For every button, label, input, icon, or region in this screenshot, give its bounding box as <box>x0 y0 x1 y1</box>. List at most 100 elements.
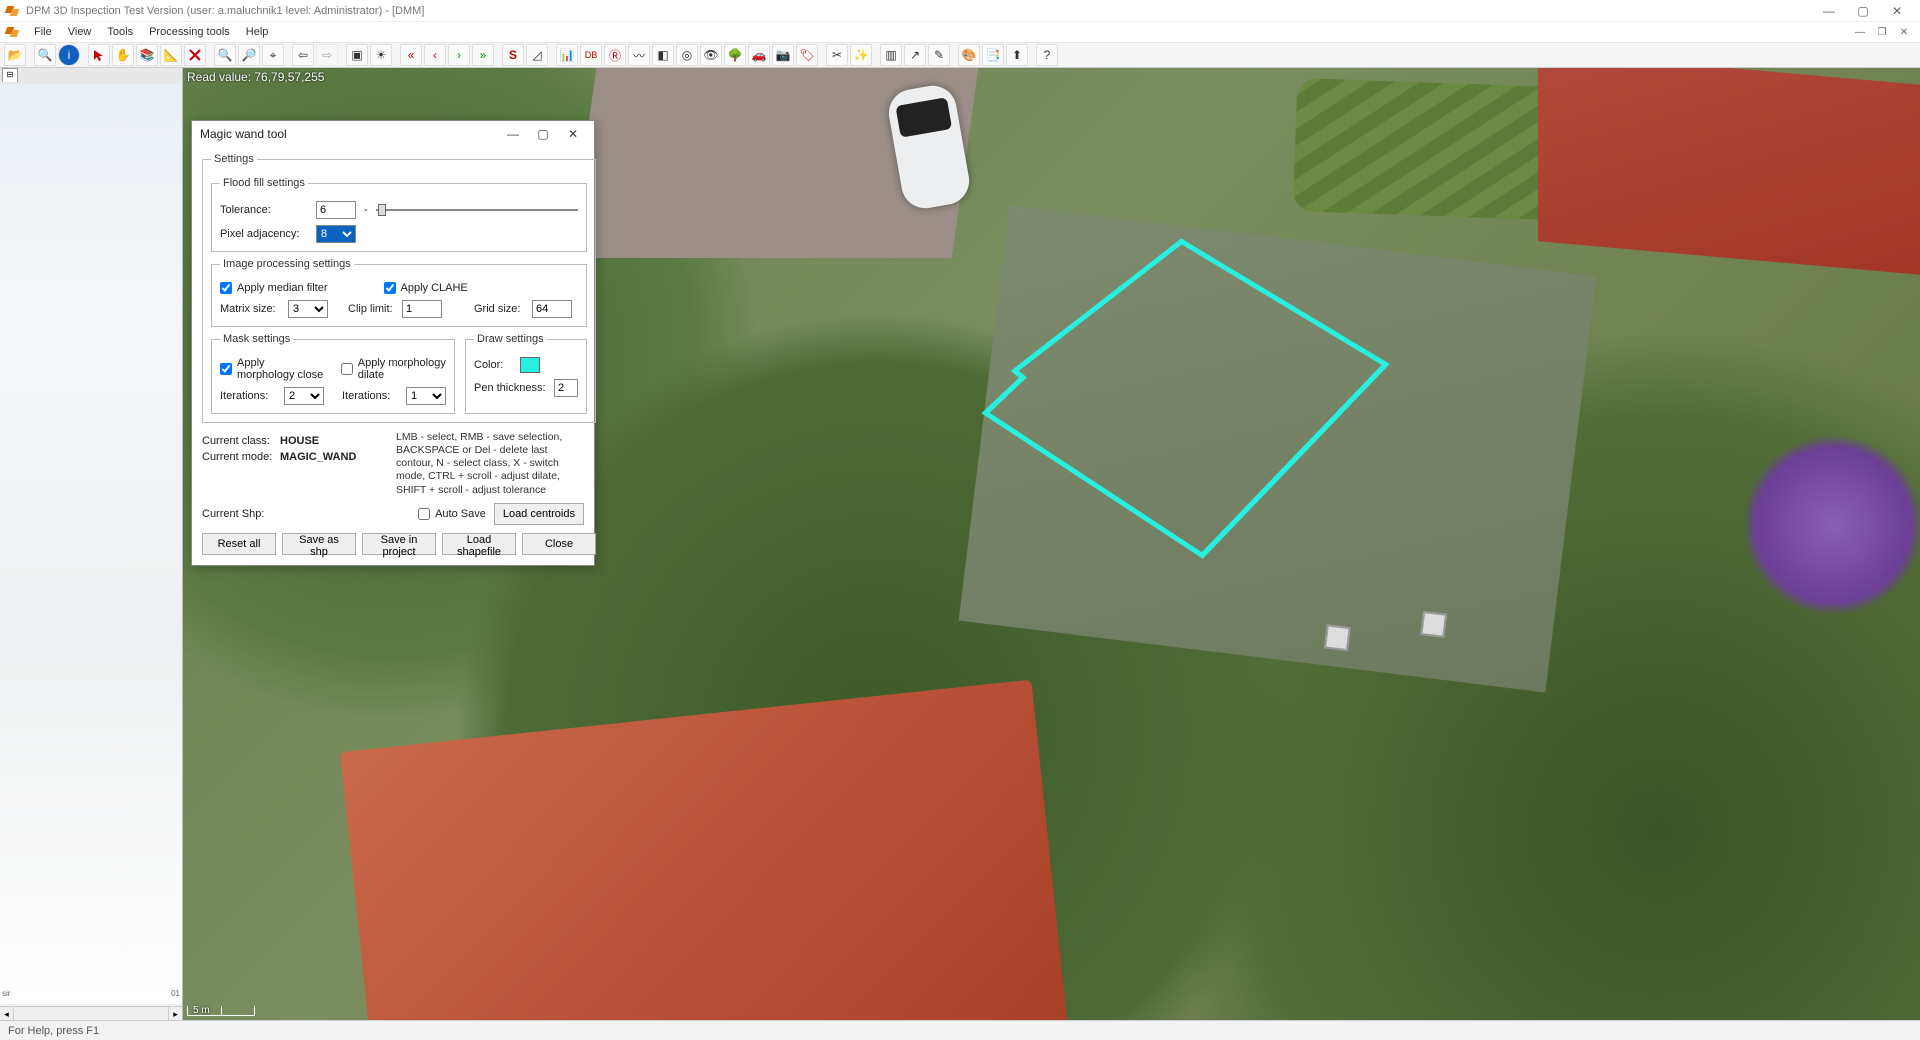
palette-icon[interactable]: 🎨 <box>958 44 980 66</box>
goto-icon[interactable]: ↗ <box>904 44 926 66</box>
tolerance-input[interactable] <box>316 201 356 219</box>
current-mode-value: MAGIC_WAND <box>280 451 356 463</box>
side-scrollbar[interactable]: ◂ ▸ <box>0 1006 182 1020</box>
flood-fill-group: Flood fill settings Tolerance: - Pixel a… <box>211 177 587 252</box>
mask-settings-group: Mask settings Apply morphology close App… <box>211 333 455 414</box>
wand-icon[interactable]: ✨ <box>850 44 872 66</box>
apply-median-checkbox[interactable]: Apply median filter <box>220 282 328 294</box>
scroll-left-icon[interactable]: ◂ <box>0 1007 14 1021</box>
pan-icon[interactable]: ✋ <box>112 44 134 66</box>
diag-icon[interactable]: ◿ <box>526 44 548 66</box>
scroll-right-icon[interactable]: ▸ <box>168 1007 182 1021</box>
stretch-icon[interactable]: S <box>502 44 524 66</box>
eye-icon[interactable]: 👁 <box>700 44 722 66</box>
clip-limit-input[interactable] <box>402 300 442 318</box>
color-label: Color: <box>474 359 512 371</box>
split-icon[interactable]: ◧ <box>652 44 674 66</box>
brightness-icon[interactable]: ☀ <box>370 44 392 66</box>
open-icon[interactable]: 📂 <box>4 44 26 66</box>
zoom-fit-icon[interactable]: 🔍 <box>34 44 56 66</box>
current-mode-label: Current mode: <box>202 451 280 463</box>
db-icon[interactable]: DB <box>580 44 602 66</box>
iter-close-select[interactable]: 2 <box>284 387 324 405</box>
current-shp-label: Current Shp: <box>202 508 280 520</box>
tag-icon[interactable]: 🏷 <box>796 44 818 66</box>
export-icon[interactable]: ⬆ <box>1006 44 1028 66</box>
window-minimize-button[interactable]: — <box>1812 4 1846 18</box>
matrix-size-label: Matrix size: <box>220 303 280 315</box>
save-as-shp-button[interactable]: Save as shp <box>282 533 356 555</box>
first-icon[interactable]: « <box>400 44 422 66</box>
zoom-window-icon[interactable]: ⌖ <box>262 44 284 66</box>
auto-save-checkbox[interactable]: Auto Save <box>418 508 486 520</box>
chart-icon[interactable]: 📊 <box>556 44 578 66</box>
menubar: File View Tools Processing tools Help — … <box>0 22 1920 42</box>
pen-thickness-input[interactable] <box>554 379 578 397</box>
save-in-project-button[interactable]: Save in project <box>362 533 436 555</box>
car-icon[interactable]: 🚗 <box>748 44 770 66</box>
window-maximize-button[interactable]: ▢ <box>1846 4 1880 18</box>
menu-view[interactable]: View <box>60 26 100 38</box>
iter-close-label: Iterations: <box>220 390 276 402</box>
grid-size-input[interactable] <box>532 300 572 318</box>
flood-legend: Flood fill settings <box>220 177 308 189</box>
window-close-button[interactable]: ✕ <box>1880 4 1914 18</box>
thumb-label-right: 01 <box>171 989 180 998</box>
dialog-minimize-button[interactable]: — <box>500 127 526 141</box>
layers2-icon[interactable]: 📑 <box>982 44 1004 66</box>
measure-icon[interactable]: 📐 <box>160 44 182 66</box>
iter-dilate-select[interactable]: 1 <box>406 387 446 405</box>
imgproc-legend: Image processing settings <box>220 258 354 270</box>
menu-processing-tools[interactable]: Processing tools <box>141 26 238 38</box>
side-tab[interactable]: ⊟ <box>2 68 18 82</box>
menu-file[interactable]: File <box>26 26 60 38</box>
cut-icon[interactable]: ✂ <box>826 44 848 66</box>
tolerance-dash: - <box>364 204 368 216</box>
back-icon[interactable]: ⇦ <box>292 44 314 66</box>
target-icon[interactable]: ◎ <box>676 44 698 66</box>
tree-icon[interactable]: 🌳 <box>724 44 746 66</box>
menu-tools[interactable]: Tools <box>99 26 141 38</box>
edit-icon[interactable]: ✎ <box>928 44 950 66</box>
reset-all-button[interactable]: Reset all <box>202 533 276 555</box>
current-class-value: HOUSE <box>280 435 319 447</box>
curve-icon[interactable]: 〰 <box>628 44 650 66</box>
mdi-restore-button[interactable]: ❐ <box>1872 27 1892 38</box>
tolerance-label: Tolerance: <box>220 204 308 216</box>
preview-thumbnail[interactable]: sir 01 <box>0 84 182 1004</box>
toolbar: 📂 🔍 i ✋ 📚 📐 🔍 🔎 ⌖ ⇦ ⇨ ▣ ☀ « ‹ › » S ◿ 📊 … <box>0 42 1920 68</box>
apply-clahe-checkbox[interactable]: Apply CLAHE <box>384 282 468 294</box>
mdi-minimize-button[interactable]: — <box>1850 27 1870 38</box>
close-button[interactable]: Close <box>522 533 596 555</box>
morph-close-checkbox[interactable]: Apply morphology close <box>220 357 325 381</box>
menu-help[interactable]: Help <box>238 26 277 38</box>
morph-dilate-checkbox[interactable]: Apply morphology dilate <box>341 357 446 381</box>
zoom-out-icon[interactable]: 🔎 <box>238 44 260 66</box>
clear-icon[interactable] <box>184 44 206 66</box>
layers-icon[interactable]: 📚 <box>136 44 158 66</box>
zoom-in-icon[interactable]: 🔍 <box>214 44 236 66</box>
matrix-size-select[interactable]: 3 <box>288 300 328 318</box>
help-icon[interactable]: ? <box>1036 44 1058 66</box>
load-shapefile-button[interactable]: Load shapefile <box>442 533 516 555</box>
pointer-icon[interactable] <box>88 44 110 66</box>
dialog-close-button[interactable]: ✕ <box>560 127 586 141</box>
mdi-close-button[interactable]: ✕ <box>1894 27 1914 38</box>
last-icon[interactable]: » <box>472 44 494 66</box>
info-icon[interactable]: i <box>58 44 80 66</box>
color-swatch[interactable] <box>520 357 540 373</box>
load-centroids-button[interactable]: Load centroids <box>494 503 584 525</box>
next-icon[interactable]: › <box>448 44 470 66</box>
statusbar-text: For Help, press F1 <box>8 1025 99 1037</box>
app-icon <box>6 6 20 16</box>
tolerance-slider[interactable] <box>376 201 578 219</box>
forward-icon[interactable]: ⇨ <box>316 44 338 66</box>
camera-icon[interactable]: 📷 <box>772 44 794 66</box>
dialog-maximize-button[interactable]: ▢ <box>530 127 556 141</box>
select-rect-icon[interactable]: ▣ <box>346 44 368 66</box>
pixel-adjacency-select[interactable]: 8 <box>316 225 356 243</box>
box-icon[interactable]: ▥ <box>880 44 902 66</box>
dialog-titlebar[interactable]: Magic wand tool — ▢ ✕ <box>192 121 594 147</box>
prev-icon[interactable]: ‹ <box>424 44 446 66</box>
reject-icon[interactable]: Ⓡ <box>604 44 626 66</box>
